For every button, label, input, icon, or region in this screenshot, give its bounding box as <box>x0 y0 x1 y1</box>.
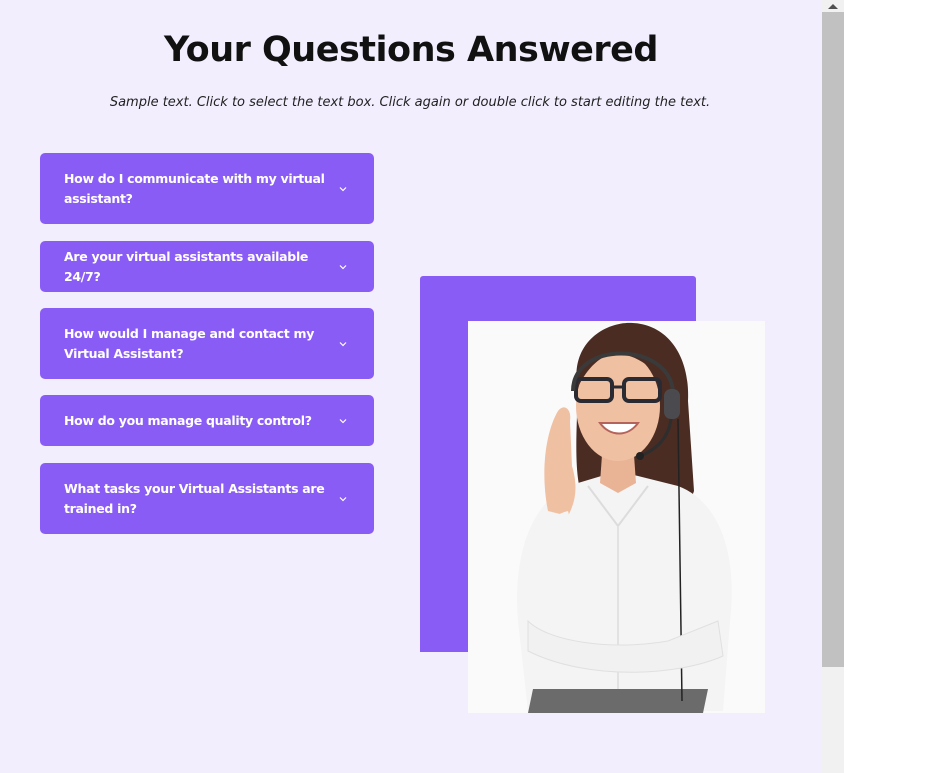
faq-question: How do you manage quality control? <box>64 412 312 428</box>
chevron-down-icon <box>339 341 347 346</box>
chevron-down-icon <box>339 186 347 191</box>
assistant-photo <box>468 321 765 713</box>
chevron-down-icon <box>339 264 347 269</box>
page-subtitle: Sample text. Click to select the text bo… <box>109 95 711 110</box>
scroll-thumb[interactable] <box>822 12 844 667</box>
faq-question: Are your virtual assistants available 24… <box>64 248 309 284</box>
faq-item-communicate[interactable]: How do I communicate with my virtual ass… <box>40 153 374 224</box>
scroll-up-button[interactable] <box>822 0 844 12</box>
faq-item-availability[interactable]: Are your virtual assistants available 24… <box>40 241 374 292</box>
faq-question: How would I manage and contact my Virtua… <box>64 325 315 361</box>
headset-woman-illustration <box>517 322 732 713</box>
vertical-scrollbar[interactable] <box>822 0 844 773</box>
faq-item-quality-control[interactable]: How do you manage quality control? <box>40 395 374 446</box>
chevron-down-icon <box>339 418 347 423</box>
faq-item-training[interactable]: What tasks your Virtual Assistants are t… <box>40 463 374 534</box>
faq-section: Your Questions Answered Sample text. Cli… <box>0 0 822 773</box>
chevron-down-icon <box>339 496 347 501</box>
faq-question: How do I communicate with my virtual ass… <box>64 170 325 206</box>
faq-question: What tasks your Virtual Assistants are t… <box>64 480 325 516</box>
faq-item-manage-contact[interactable]: How would I manage and contact my Virtua… <box>40 308 374 379</box>
page-title: Your Questions Answered <box>164 30 658 70</box>
